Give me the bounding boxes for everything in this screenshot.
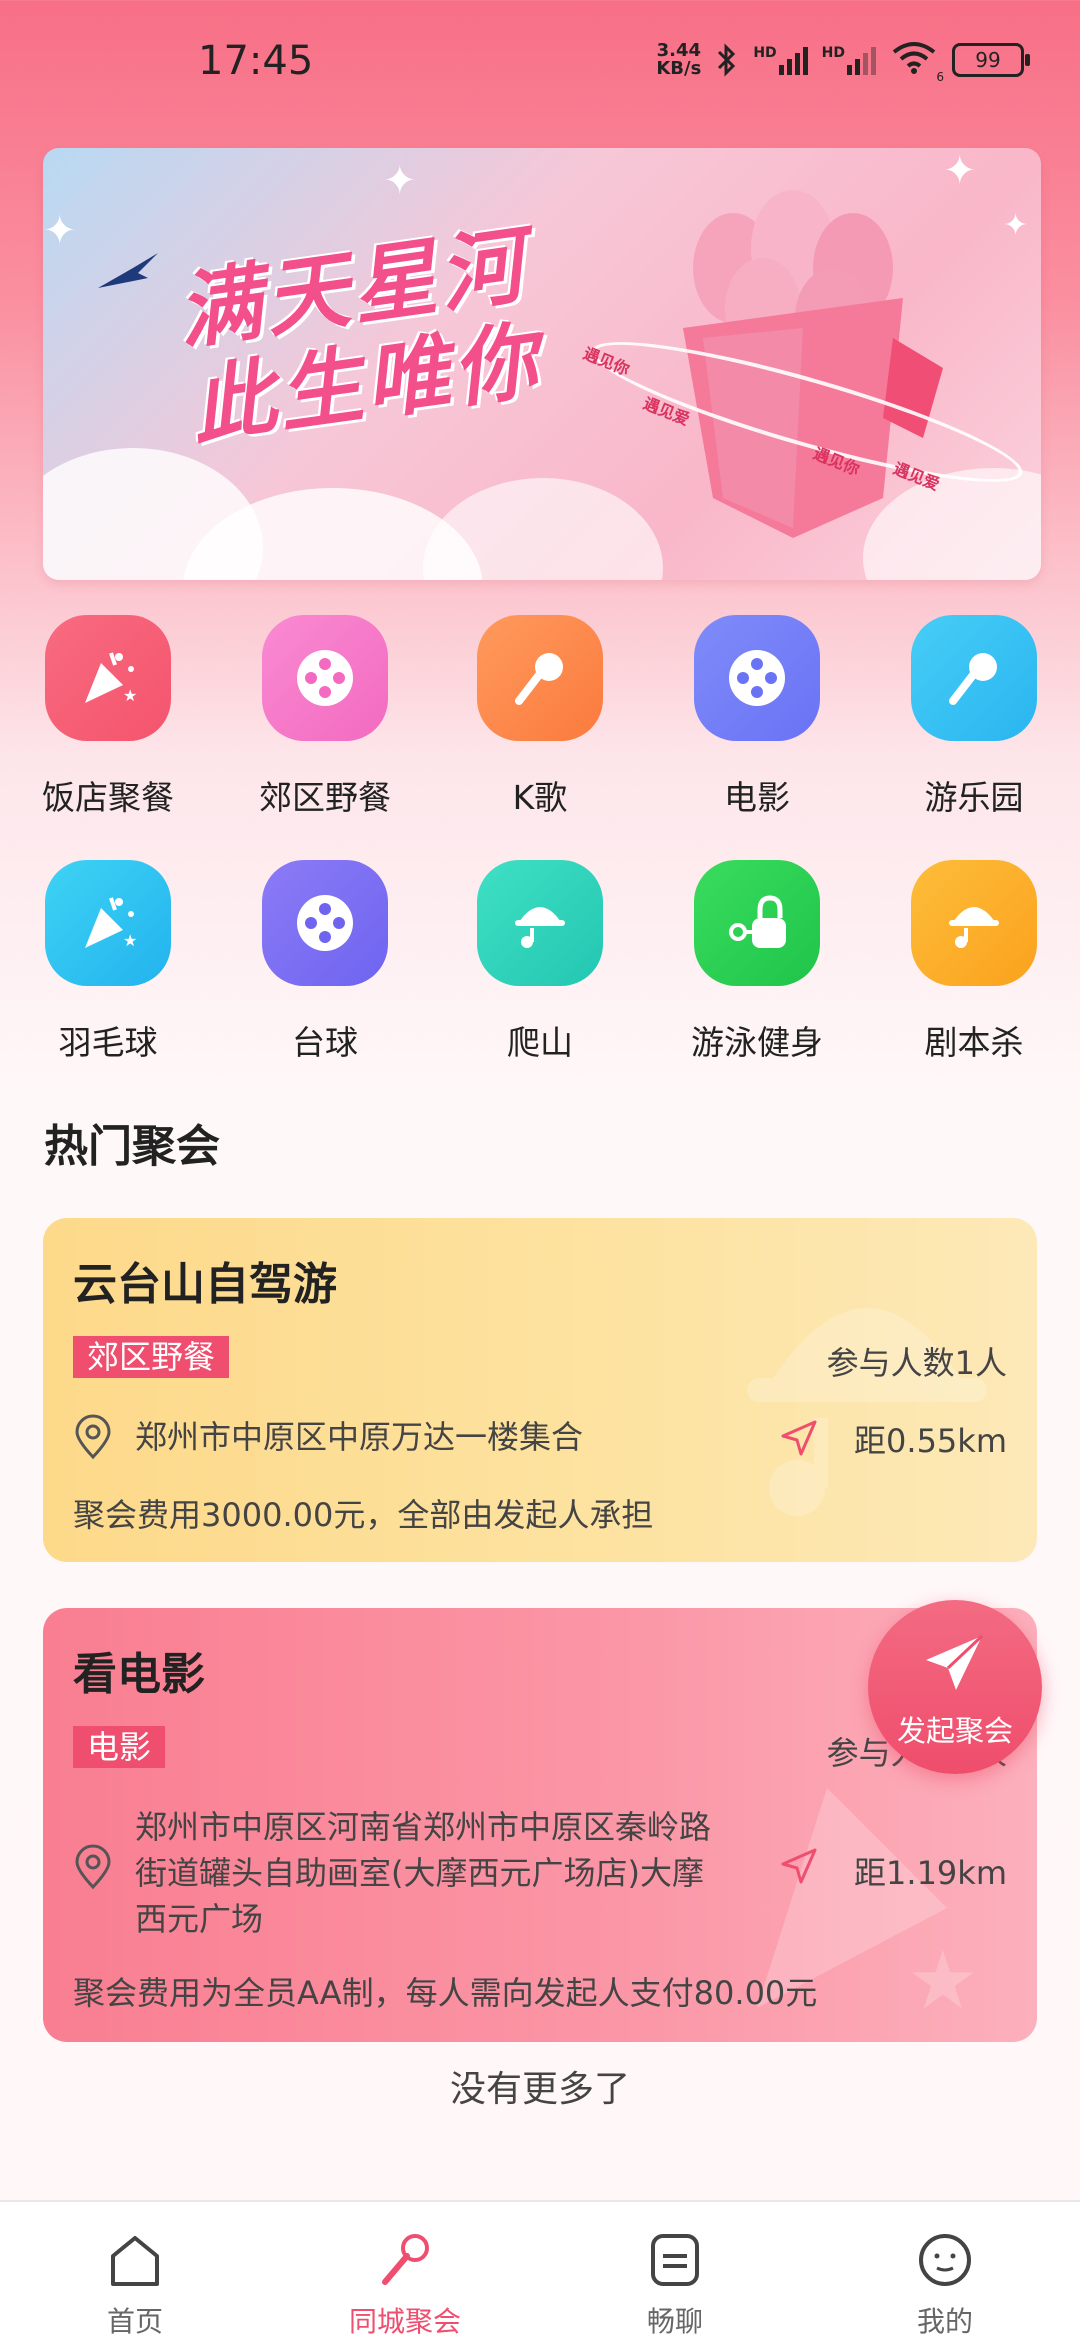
tab-label: 畅聊 xyxy=(646,2305,703,2338)
category-label: 爬山 xyxy=(507,1023,573,1062)
category-icon-bg: ★ xyxy=(45,860,171,986)
lock-key-icon xyxy=(729,895,786,948)
category-swim-fitness[interactable]: 游泳健身 xyxy=(682,860,832,1064)
category-restaurant[interactable]: ★ 饭店聚餐 xyxy=(33,615,183,819)
category-label: 游泳健身 xyxy=(691,1023,823,1062)
bluetooth-icon xyxy=(718,43,736,77)
microphone-icon xyxy=(949,653,997,705)
event-distance: 距0.55km xyxy=(854,1422,1007,1460)
microphone-icon xyxy=(515,653,563,705)
event-address: 郑州市中原区中原万达一楼集合 xyxy=(135,1418,584,1456)
event-card[interactable]: 云台山自驾游 郊区野餐 参与人数1人 郑州市中原区中原万达一楼集合 距0.55k… xyxy=(43,1218,1037,1562)
category-badminton[interactable]: ★ 羽毛球 xyxy=(33,860,183,1064)
category-picnic[interactable]: 郊区野餐 xyxy=(250,615,400,819)
category-billiards[interactable]: 台球 xyxy=(250,860,400,1064)
bird-icon xyxy=(98,253,158,288)
film-reel-icon xyxy=(297,895,353,951)
category-icon-bg xyxy=(262,615,388,741)
tab-city-gathering[interactable]: 同城聚会 xyxy=(270,2202,540,2342)
promo-banner[interactable]: ✦ ✦ ✦ ✦ 满天星河 此生唯你 遇见你 遇见爱 遇见你 遇见爱 xyxy=(43,148,1041,580)
network-speed: 3.44 KB/s xyxy=(656,40,702,79)
music-hat-decoration-icon xyxy=(747,1308,987,1516)
category-icon-bg xyxy=(694,860,820,986)
create-event-button[interactable]: 发起聚会 xyxy=(868,1600,1042,1774)
wifi-icon: 6 xyxy=(890,40,944,84)
category-label: 郊区野餐 xyxy=(259,778,391,817)
paper-plane-icon xyxy=(926,1634,984,1690)
event-distance: 距1.19km xyxy=(854,1854,1007,1892)
banner-cloud xyxy=(423,478,663,580)
event-fee: 聚会费用为全员AA制，每人需向发起人支付80.00元 xyxy=(73,1974,818,2012)
svg-text:★: ★ xyxy=(123,686,137,705)
sparkle-icon: ✦ xyxy=(43,208,77,254)
category-icon-bg xyxy=(477,615,603,741)
tab-label: 首页 xyxy=(106,2305,163,2338)
tab-profile[interactable]: 我的 xyxy=(810,2202,1080,2342)
category-icon-bg xyxy=(694,615,820,741)
signal-1-icon: HD xyxy=(753,45,808,75)
film-reel-icon xyxy=(297,650,353,706)
tab-label: 同城聚会 xyxy=(348,2305,461,2338)
end-of-list-text: 没有更多了 xyxy=(449,2069,630,2110)
category-amusement-park[interactable]: 游乐园 xyxy=(899,615,1049,819)
event-title: 看电影 xyxy=(73,1649,205,1700)
category-hiking[interactable]: 爬山 xyxy=(465,860,615,1064)
event-participants: 参与人数1人 xyxy=(826,1344,1007,1382)
location-pin-icon xyxy=(75,1414,111,1460)
tab-label: 我的 xyxy=(916,2305,973,2338)
party-popper-icon: ★ xyxy=(85,652,137,705)
home-icon xyxy=(111,2236,159,2286)
category-label: 台球 xyxy=(292,1023,358,1062)
navigation-arrow-icon xyxy=(781,1848,817,1884)
category-label: K歌 xyxy=(512,778,568,817)
create-event-label: 发起聚会 xyxy=(896,1714,1013,1748)
category-icon-bg xyxy=(911,860,1037,986)
category-icon-bg xyxy=(262,860,388,986)
status-icons: 3.44 KB/s HD HD 6 99 xyxy=(656,40,1030,84)
tab-home[interactable]: 首页 xyxy=(0,2202,270,2342)
sparkle-icon: ✦ xyxy=(383,158,417,204)
category-icon-bg: ★ xyxy=(45,615,171,741)
category-icon-bg xyxy=(911,615,1037,741)
battery-indicator: 99 xyxy=(952,43,1030,77)
category-label: 饭店聚餐 xyxy=(42,778,174,817)
music-hat-icon xyxy=(949,907,999,948)
category-label: 剧本杀 xyxy=(924,1023,1024,1062)
event-fee: 聚会费用3000.00元，全部由发起人承担 xyxy=(73,1496,654,1534)
film-reel-icon xyxy=(729,650,785,706)
tab-chat[interactable]: 畅聊 xyxy=(540,2202,810,2342)
location-pin-icon xyxy=(75,1844,111,1890)
category-label: 羽毛球 xyxy=(58,1023,158,1062)
signal-2-icon: HD xyxy=(822,45,876,75)
sparkle-icon: ✦ xyxy=(1003,208,1029,243)
section-title: 热门聚会 xyxy=(44,1121,220,1172)
event-title: 云台山自驾游 xyxy=(73,1259,337,1310)
category-label: 电影 xyxy=(724,778,790,817)
music-hat-icon xyxy=(515,907,565,948)
svg-text:★: ★ xyxy=(907,1934,979,2027)
smiley-face-icon xyxy=(919,2234,971,2286)
party-popper-icon: ★ xyxy=(85,897,137,950)
event-category-tag: 郊区野餐 xyxy=(73,1336,230,1378)
event-address: 郑州市中原区河南省郑州市中原区秦岭路 街道罐头自助画室(大摩西元广场店)大摩 西… xyxy=(135,1808,712,1938)
category-karaoke[interactable]: K歌 xyxy=(465,615,615,819)
banner-title: 满天星河 此生唯你 xyxy=(171,215,547,457)
event-category-tag: 电影 xyxy=(73,1726,166,1768)
category-movie[interactable]: 电影 xyxy=(682,615,832,819)
bottom-tab-bar: 首页 同城聚会 畅聊 我的 xyxy=(0,2200,1080,2342)
microphone-icon xyxy=(382,2234,429,2285)
category-icon-bg xyxy=(477,860,603,986)
svg-text:★: ★ xyxy=(123,931,137,950)
status-bar: 17:45 3.44 KB/s HD HD 6 99 xyxy=(0,0,1080,124)
navigation-arrow-icon xyxy=(781,1420,817,1456)
status-time: 17:45 xyxy=(198,38,314,84)
category-murder-mystery[interactable]: 剧本杀 xyxy=(899,860,1049,1064)
category-label: 游乐园 xyxy=(924,778,1024,817)
chat-icon xyxy=(651,2234,699,2286)
